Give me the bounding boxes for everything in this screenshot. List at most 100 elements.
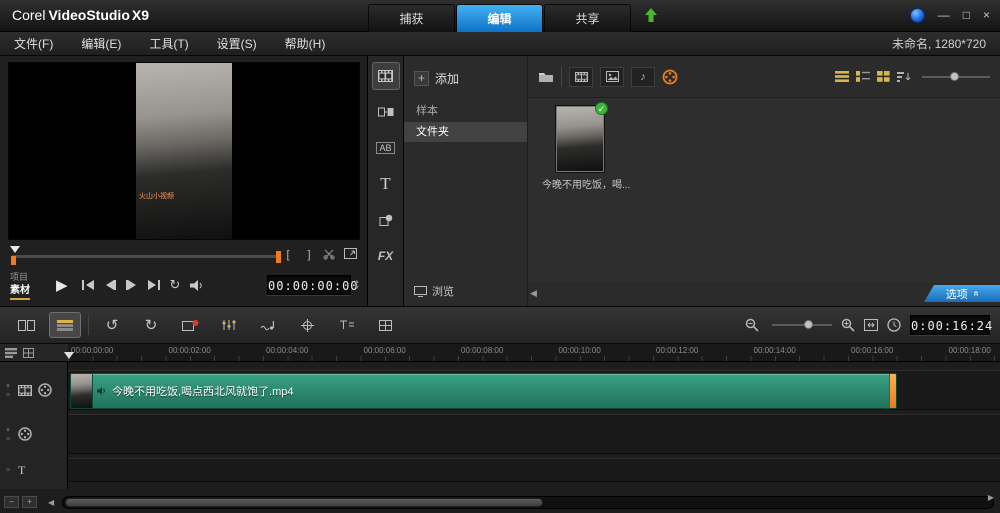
rail-filter-button[interactable]: FX [372,242,400,270]
samples-item[interactable]: 样本 [416,102,438,118]
thumbnail-view-icon[interactable] [877,71,890,82]
redo-button[interactable]: ↻ [135,312,167,338]
minimize-button[interactable]: — [938,8,950,23]
subtitle-editor-button[interactable] [330,312,362,338]
repeat-button[interactable]: ↻ [170,277,181,293]
mode-project[interactable]: 项目 [10,271,56,283]
storyboard-view-button[interactable] [10,312,42,338]
undo-button[interactable]: ↺ [96,312,128,338]
ruler-tick: 00:00:00:00 [71,346,114,355]
overlay-track-lane[interactable] [68,414,1000,454]
go-start-button[interactable] [81,280,94,290]
track-manager-icon[interactable] [5,347,17,358]
rail-title-button[interactable]: AB [372,134,400,162]
media-thumbnail[interactable]: ✓ 今晚不用吃饭，喝... [542,102,630,191]
add-folder-button[interactable]: + 添加 [414,70,459,87]
track-settings-icon[interactable] [23,347,34,358]
menu-edit[interactable]: 编辑(E) [67,35,135,52]
mode-clip[interactable]: 素材 [10,285,30,300]
title-track-lane[interactable] [68,458,1000,482]
fit-project-icon[interactable] [864,319,878,331]
slider-handle[interactable] [950,71,959,81]
options-label: 选项 [945,288,968,301]
scroll-left-button[interactable]: ◀ [48,498,54,507]
timeline-zoom-slider[interactable] [772,318,832,332]
video-track-header[interactable]: ▾ ≡ [0,370,68,410]
prev-frame-button[interactable] [104,280,116,290]
scroll-right-button[interactable]: ▶ [988,493,994,502]
video-clip[interactable]: 今晚不用吃饭,喝点西北风就饱了.mp4 [70,373,897,409]
timeline-view-button[interactable] [49,312,81,338]
rail-transition-button[interactable] [372,98,400,126]
add-track-button[interactable]: + [22,496,37,508]
mark-in-button[interactable]: [ [281,248,295,262]
sound-mixer-button[interactable] [213,312,245,338]
rail-subtitle-button[interactable]: T [372,170,400,198]
sound-mixer-icon [222,320,236,330]
sort-icon[interactable] [897,71,911,83]
title-track-icon: T [18,462,26,477]
scroll-left-icon[interactable]: ◀ [530,288,537,299]
timeline-timecode[interactable]: 0:00:16:24 [910,315,992,335]
zoom-out-icon[interactable] [745,318,759,332]
library-content: ✓ 今晚不用吃饭，喝... [528,98,1000,282]
playback-mode-switch: 项目 素材 [10,271,56,300]
scrubber-track[interactable] [12,255,280,258]
overlay-reel-icon [18,427,32,441]
overlay-track-header[interactable]: ▾ ≡ [0,414,68,454]
title-track-header[interactable]: ≡ T [0,458,68,482]
horizontal-scrollbar[interactable]: ▶ [62,493,994,509]
go-end-button[interactable] [147,280,160,290]
trim-start-handle[interactable] [11,256,16,265]
track-manager-corner [0,344,68,362]
update-arrow-icon[interactable] [645,8,657,22]
menu-help[interactable]: 帮助(H) [271,35,340,52]
record-capture-button[interactable] [174,312,206,338]
filter-video-button[interactable] [569,66,593,87]
close-button[interactable]: × [983,8,990,23]
remove-track-button[interactable]: − [4,496,19,508]
ruler-tick: 00:00:10:00 [558,346,601,355]
timecode-step-down[interactable]: ▼ [354,285,360,291]
menu-file[interactable]: 文件(F) [0,35,67,52]
scrollbar-thumb[interactable] [65,498,543,507]
split-screen-button[interactable] [369,312,401,338]
slider-handle[interactable] [804,320,813,329]
transport-controls: 项目 素材 ▶ ↻ 00:00:00:00 ▲ ▼ [10,269,360,301]
video-track-lane[interactable]: 今晚不用吃饭,喝点西北风就饱了.mp4 [68,370,1000,410]
clip-trim-handle[interactable] [889,374,896,408]
detail-view-icon[interactable] [856,71,870,82]
media-reel-icon[interactable] [662,69,678,85]
split-clip-icon[interactable] [323,248,337,262]
auto-music-button[interactable] [252,312,284,338]
graphic-icon [379,214,393,226]
play-button[interactable]: ▶ [56,276,68,294]
motion-tracking-button[interactable] [291,312,323,338]
mark-out-button[interactable]: ] [302,248,316,262]
filter-photo-button[interactable] [600,66,624,87]
rail-graphic-button[interactable] [372,206,400,234]
thumbnail-size-slider[interactable] [922,70,990,84]
corel-account-icon[interactable] [909,8,925,23]
preview-timecode-value[interactable]: 00:00:00:00 [267,275,358,295]
enlarge-preview-icon[interactable] [344,248,358,262]
tab-edit[interactable]: 编辑 [456,4,543,32]
next-frame-button[interactable] [125,280,138,290]
tab-capture[interactable]: 捕获 [368,4,455,32]
timeline-ruler[interactable]: 00:00:00:00 00:00:02:00 00:00:04:00 00:0… [68,344,1000,362]
music-note-icon: ♪ [640,70,646,83]
volume-icon[interactable] [190,279,205,291]
folder-icon[interactable] [538,70,554,83]
zoom-in-icon[interactable] [841,318,855,332]
list-view-icon[interactable] [835,71,849,82]
menu-settings[interactable]: 设置(S) [203,35,271,52]
rail-media-button[interactable] [371,62,400,90]
options-button[interactable]: 选项 « [924,285,1000,302]
tab-share[interactable]: 共享 [544,4,631,32]
menu-tools[interactable]: 工具(T) [135,35,202,52]
folder-item-selected[interactable]: 文件夹 [404,122,527,142]
filter-audio-button[interactable]: ♪ [631,66,655,87]
project-duration-clock-icon[interactable] [887,318,901,332]
maximize-button[interactable]: □ [963,8,970,23]
browse-button[interactable]: 浏览 [414,283,454,299]
